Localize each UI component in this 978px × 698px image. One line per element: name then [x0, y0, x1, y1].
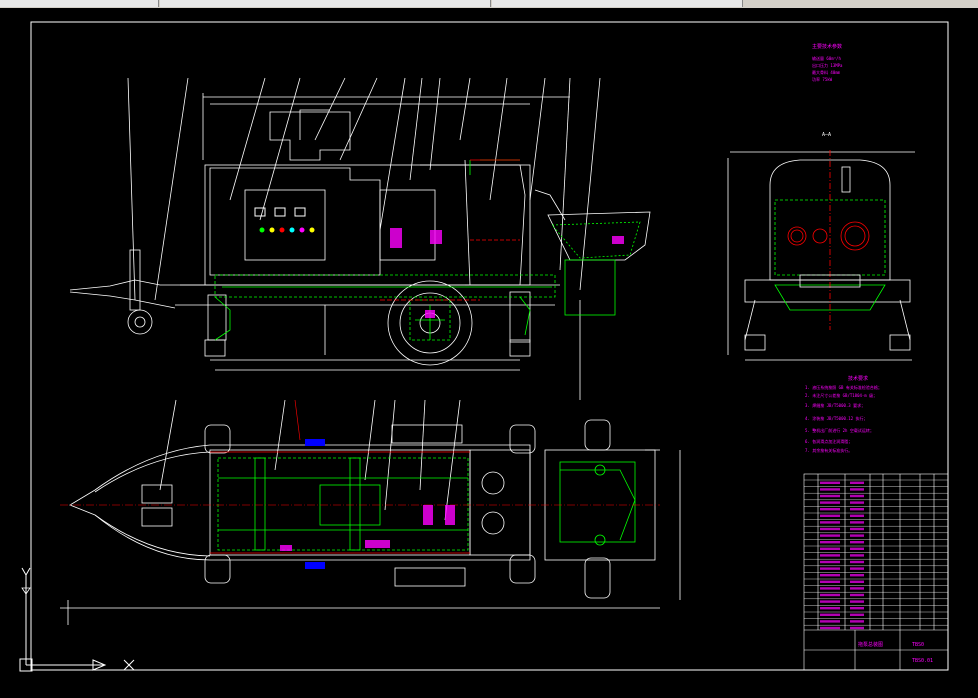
- parts-list-mark: [820, 600, 840, 603]
- drawing-title: 拖泵总装图: [858, 641, 883, 648]
- parts-list-mark: [820, 560, 840, 564]
- tech-req-line: 4. 涂装按 JB/T5000.12 执行；: [805, 415, 868, 421]
- tech-params-line: 功率 75kW: [812, 76, 833, 82]
- parts-list-mark: [820, 541, 840, 544]
- parts-list-mark: [850, 541, 864, 544]
- ucs-icon: [19, 567, 135, 672]
- section-label: A—A: [822, 132, 831, 138]
- parts-list-mark: [850, 620, 864, 623]
- side-view-hidden: [774, 150, 886, 330]
- tech-params-line: 输送量 60m³/h: [812, 55, 841, 61]
- parts-list-mark: [850, 547, 864, 550]
- parts-list-mark: [850, 521, 864, 524]
- plan-view: [60, 399, 681, 625]
- tech-req-line: 5. 整机出厂前进行 2h 空载试运转；: [805, 427, 874, 433]
- tech-params-title: 主要技术参数: [812, 43, 842, 50]
- parts-list-mark: [850, 580, 864, 583]
- parts-list-mark: [850, 607, 864, 610]
- parts-list-mark: [820, 554, 840, 557]
- parts-list-mark: [820, 488, 840, 491]
- toolbar-tab[interactable]: [160, 0, 491, 7]
- drawing-sheet: TBS0.01: [912, 658, 933, 664]
- tech-params-line: 出口压力 13MPa: [812, 62, 843, 68]
- parts-list-mark: [820, 521, 840, 524]
- parts-list-mark: [850, 554, 864, 557]
- parts-list-mark: [850, 613, 864, 616]
- parts-list-mark: [820, 593, 840, 597]
- drawing-border: [30, 21, 949, 671]
- tech-req-title: 技术要求: [848, 375, 868, 382]
- parts-list-mark: [820, 574, 840, 577]
- toolbar-tab[interactable]: [0, 0, 159, 7]
- parts-list-mark: [850, 574, 864, 577]
- tech-params-block: 主要技术参数 输送量 60m³/h 出口压力 13MPa 最大骨料 40mm 功…: [812, 43, 843, 82]
- parts-list-mark: [820, 547, 840, 550]
- parts-list-mark: [820, 534, 840, 537]
- parts-list-mark: [820, 620, 840, 623]
- tech-requirements-block: 技术要求 1. 液压系统按照 GB 有关标准检验合格； 2. 未注尺寸公差按 G…: [805, 375, 882, 453]
- parts-list-mark: [850, 508, 864, 511]
- parts-list-mark: [850, 626, 864, 630]
- parts-list-mark: [820, 508, 840, 511]
- parts-list-mark: [850, 560, 864, 564]
- parts-list-mark: [820, 567, 840, 570]
- parts-list-mark: [850, 514, 864, 517]
- tech-req-line: 7. 其余按有关标准执行。: [805, 447, 852, 453]
- tech-req-line: 2. 未注尺寸公差按 GB/T1804-m 级；: [805, 392, 877, 398]
- parts-list-mark: [850, 567, 864, 570]
- drawing-canvas[interactable]: 主要技术参数 输送量 60m³/h 出口压力 13MPa 最大骨料 40mm 功…: [0, 8, 978, 698]
- parts-list-mark: [820, 501, 840, 504]
- front-view: [69, 77, 651, 400]
- parts-list-mark: [850, 494, 864, 498]
- tech-req-line: 3. 焊缝按 JB/T5000.3 要求；: [805, 402, 865, 408]
- parts-list-mark: [850, 534, 864, 537]
- window-top-strip: [0, 0, 978, 8]
- parts-list-rows: [804, 479, 948, 630]
- drawing-code: TBS0: [912, 642, 924, 648]
- parts-list-mark: [820, 587, 840, 590]
- parts-list-mark: [820, 613, 840, 616]
- side-view: [727, 151, 915, 361]
- parts-list-mark: [850, 481, 864, 484]
- parts-list-mark: [820, 607, 840, 610]
- tech-params-line: 最大骨料 40mm: [812, 69, 841, 75]
- parts-list-mark: [820, 481, 840, 484]
- toolbar-tab[interactable]: [492, 0, 743, 7]
- tech-req-line: 1. 液压系统按照 GB 有关标准检验合格；: [805, 384, 882, 390]
- plan-view-hidden: [217, 457, 636, 551]
- parts-list-mark: [850, 587, 864, 590]
- parts-list-mark: [850, 593, 864, 597]
- parts-list-mark: [850, 501, 864, 504]
- parts-list-mark: [820, 580, 840, 583]
- parts-list-mark: [820, 514, 840, 517]
- parts-list-mark: [850, 600, 864, 603]
- parts-list-mark: [850, 527, 864, 531]
- parts-list-mark: [850, 488, 864, 491]
- parts-list-mark: [820, 527, 840, 531]
- tech-req-line: 6. 各润滑点加注润滑脂；: [805, 438, 852, 444]
- parts-list-mark: [820, 494, 840, 498]
- parts-list-mark: [820, 626, 840, 630]
